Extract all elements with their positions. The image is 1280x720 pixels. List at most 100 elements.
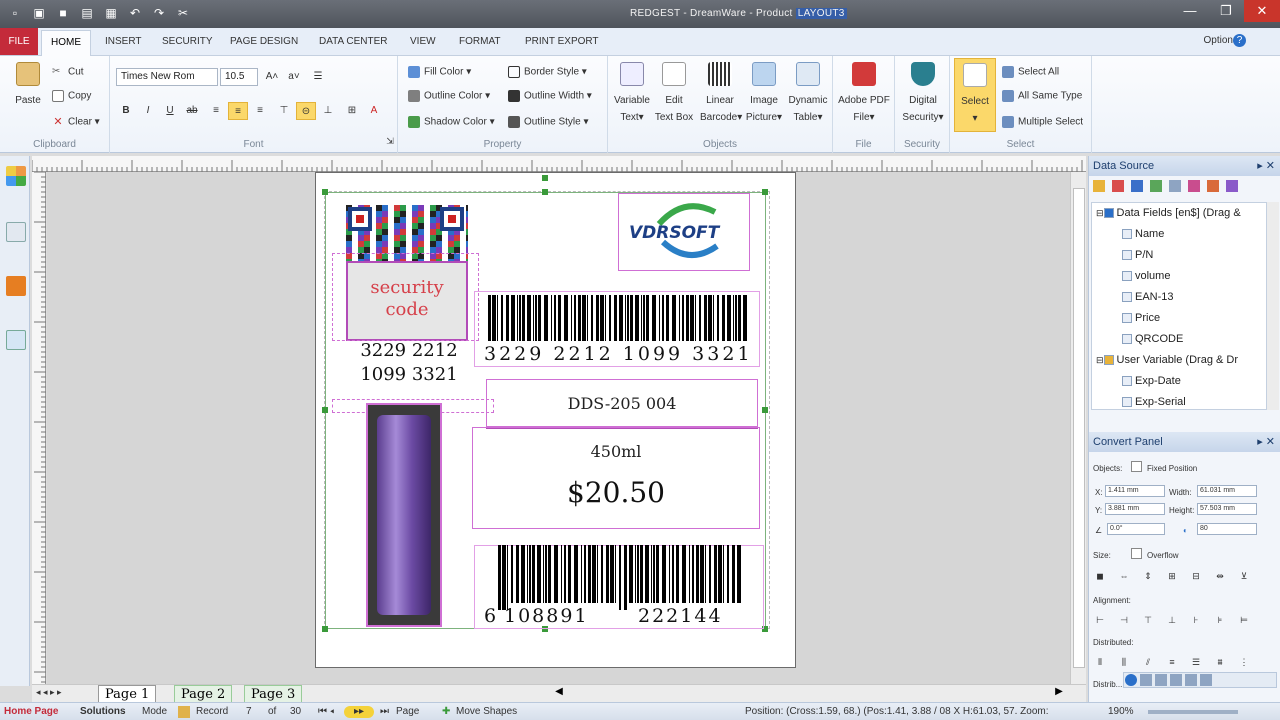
- tree-field-ean13[interactable]: EAN-13: [1092, 287, 1266, 308]
- tree-variables-root[interactable]: ⊟ User Variable (Drag & Dr: [1092, 350, 1266, 371]
- mini-tool-icon[interactable]: [1185, 674, 1197, 686]
- minimize-button[interactable]: —: [1172, 0, 1208, 22]
- ean-barcode[interactable]: [498, 545, 744, 610]
- align-center-button[interactable]: ≡: [228, 102, 248, 120]
- panel-tool-icon[interactable]: ⊞: [1165, 570, 1179, 582]
- mini-tool-icon[interactable]: [1155, 674, 1167, 686]
- select-all-button[interactable]: Select All: [1002, 66, 1059, 78]
- handle-ml[interactable]: [322, 407, 328, 413]
- adobe-pdf-button[interactable]: Adobe PDF File▾: [837, 62, 891, 126]
- price-box[interactable]: 450ml $20.50: [472, 427, 760, 529]
- panel-pin-icon[interactable]: ▸ ✕: [1257, 156, 1275, 176]
- panel-tool-icon[interactable]: ⫽: [1141, 656, 1155, 668]
- ds-filter-icon[interactable]: [1131, 180, 1143, 192]
- dynamic-table-button[interactable]: Dynamic Table▾: [786, 62, 830, 126]
- cut-button[interactable]: ✂ Cut: [52, 66, 84, 78]
- fixed-position-checkbox[interactable]: [1131, 461, 1142, 472]
- panel-tool-icon[interactable]: ⫴: [1093, 656, 1107, 668]
- panel-tool-icon[interactable]: ⇕: [1141, 570, 1155, 582]
- restore-button[interactable]: ❐: [1208, 0, 1244, 22]
- zoom-slider[interactable]: [1148, 710, 1238, 714]
- redo-icon[interactable]: ↷: [152, 6, 166, 20]
- valign-top-button[interactable]: ⊤: [274, 102, 294, 120]
- multiple-select-button[interactable]: Multiple Select: [1002, 116, 1083, 128]
- page-tab-1[interactable]: Page 1: [98, 685, 157, 703]
- select-button[interactable]: Select ▾: [954, 58, 996, 132]
- tree-fields-root[interactable]: ⊟ Data Fields [en$] (Drag &: [1092, 203, 1266, 224]
- image-picture-button[interactable]: Image Picture▾: [744, 62, 784, 126]
- panel-tool-icon[interactable]: ☰: [1189, 656, 1203, 668]
- align-right-button[interactable]: ≡: [250, 102, 270, 120]
- tab-view[interactable]: VIEW: [410, 36, 436, 47]
- play-icon[interactable]: ▸▸: [344, 706, 374, 718]
- scroll-left-arrow[interactable]: ◀: [552, 686, 566, 700]
- open-icon[interactable]: ▣: [32, 6, 46, 20]
- edit-text-box-button[interactable]: Edit Text Box: [654, 62, 694, 126]
- handle-bl[interactable]: [322, 626, 328, 632]
- tree-field-pn[interactable]: P/N: [1092, 245, 1266, 266]
- close-button[interactable]: ✕: [1244, 0, 1280, 22]
- save-icon[interactable]: ■: [56, 6, 70, 20]
- panel-tool-icon[interactable]: ⊨: [1237, 614, 1251, 626]
- outline-color-button[interactable]: Outline Color ▾: [408, 90, 490, 102]
- page-tab-3[interactable]: Page 3: [244, 685, 303, 703]
- handle-tl[interactable]: [322, 189, 328, 195]
- panel-tool-icon[interactable]: ⊣: [1117, 614, 1131, 626]
- outline-style-button[interactable]: Outline Style ▾: [508, 116, 589, 128]
- paste-button[interactable]: Paste: [10, 62, 46, 109]
- y-input[interactable]: 3.881 mm: [1105, 503, 1165, 515]
- model-box[interactable]: DDS-205 004: [486, 379, 758, 427]
- new-icon[interactable]: ▫: [8, 6, 22, 20]
- shadow-color-button[interactable]: Shadow Color ▾: [408, 116, 495, 128]
- width-input[interactable]: 61.031 mm: [1197, 485, 1257, 497]
- tab-insert[interactable]: INSERT: [105, 36, 142, 47]
- panel-tool-icon[interactable]: ⊤: [1141, 614, 1155, 626]
- tab-file[interactable]: FILE: [0, 28, 38, 55]
- form-icon[interactable]: [6, 330, 26, 350]
- ds-add-icon[interactable]: [1150, 180, 1162, 192]
- tab-home[interactable]: HOME: [41, 30, 91, 56]
- logo-box[interactable]: VDRSOFT: [618, 193, 750, 271]
- panel-tool-icon[interactable]: ⋮: [1237, 656, 1251, 668]
- layout-icon[interactable]: [6, 222, 26, 242]
- font-size-select[interactable]: 10.5: [220, 68, 258, 86]
- bold-button[interactable]: B: [116, 102, 136, 120]
- product-image[interactable]: [366, 403, 442, 627]
- valign-bottom-button[interactable]: ⊥: [318, 102, 338, 120]
- panel-tool-icon[interactable]: ⇔: [1117, 570, 1131, 582]
- qr-number-text[interactable]: 3229 2212 1099 3321: [334, 339, 484, 387]
- vertical-scrollbar[interactable]: [1070, 172, 1086, 684]
- align-left-button[interactable]: ≡: [206, 102, 226, 120]
- export-icon[interactable]: [6, 276, 26, 296]
- mini-tool-icon[interactable]: [1170, 674, 1182, 686]
- tree-field-qrcode[interactable]: QRCODE: [1092, 329, 1266, 350]
- border-style-button[interactable]: Border Style ▾: [508, 66, 587, 78]
- tree-scrollbar[interactable]: [1267, 202, 1279, 410]
- all-same-type-button[interactable]: All Same Type: [1002, 90, 1082, 102]
- globe-icon[interactable]: [1125, 674, 1137, 686]
- design-canvas[interactable]: security code 3229 2212 1099 3321 VDRSOFT …: [47, 172, 1086, 684]
- angle-input[interactable]: 0.0°: [1107, 523, 1165, 535]
- ds-export-icon[interactable]: [1207, 180, 1219, 192]
- variable-text-button[interactable]: Variable Text▾: [612, 62, 652, 126]
- opacity-input[interactable]: 80: [1197, 523, 1257, 535]
- linear-barcode-button[interactable]: Linear Barcode▾: [700, 62, 742, 126]
- ds-settings-icon[interactable]: [1226, 180, 1238, 192]
- strike-button[interactable]: ab: [182, 102, 202, 120]
- panel-tool-icon[interactable]: ≡: [1165, 656, 1179, 668]
- handle-tr[interactable]: [762, 189, 768, 195]
- record-value[interactable]: 7: [246, 706, 252, 717]
- record-nav-icons[interactable]: ⏮ ◂: [318, 706, 334, 717]
- panel-tool-icon[interactable]: ⫼: [1117, 656, 1131, 668]
- tree-var-exp-date[interactable]: Exp-Date: [1092, 371, 1266, 392]
- clear-button[interactable]: ✕ Clear ▾: [52, 116, 99, 128]
- panel-tool-icon[interactable]: ⊻: [1237, 570, 1251, 582]
- ds-connect-icon[interactable]: [1112, 180, 1124, 192]
- cut-quick-icon[interactable]: ✂: [176, 6, 190, 20]
- font-color-button[interactable]: A: [364, 102, 384, 120]
- panel-tool-icon[interactable]: ⊧: [1213, 614, 1227, 626]
- height-input[interactable]: 57.503 mm: [1197, 503, 1257, 515]
- panel-tool-icon[interactable]: ⊥: [1165, 614, 1179, 626]
- copy-button[interactable]: Copy: [52, 90, 91, 102]
- handle-rotate[interactable]: [542, 175, 548, 181]
